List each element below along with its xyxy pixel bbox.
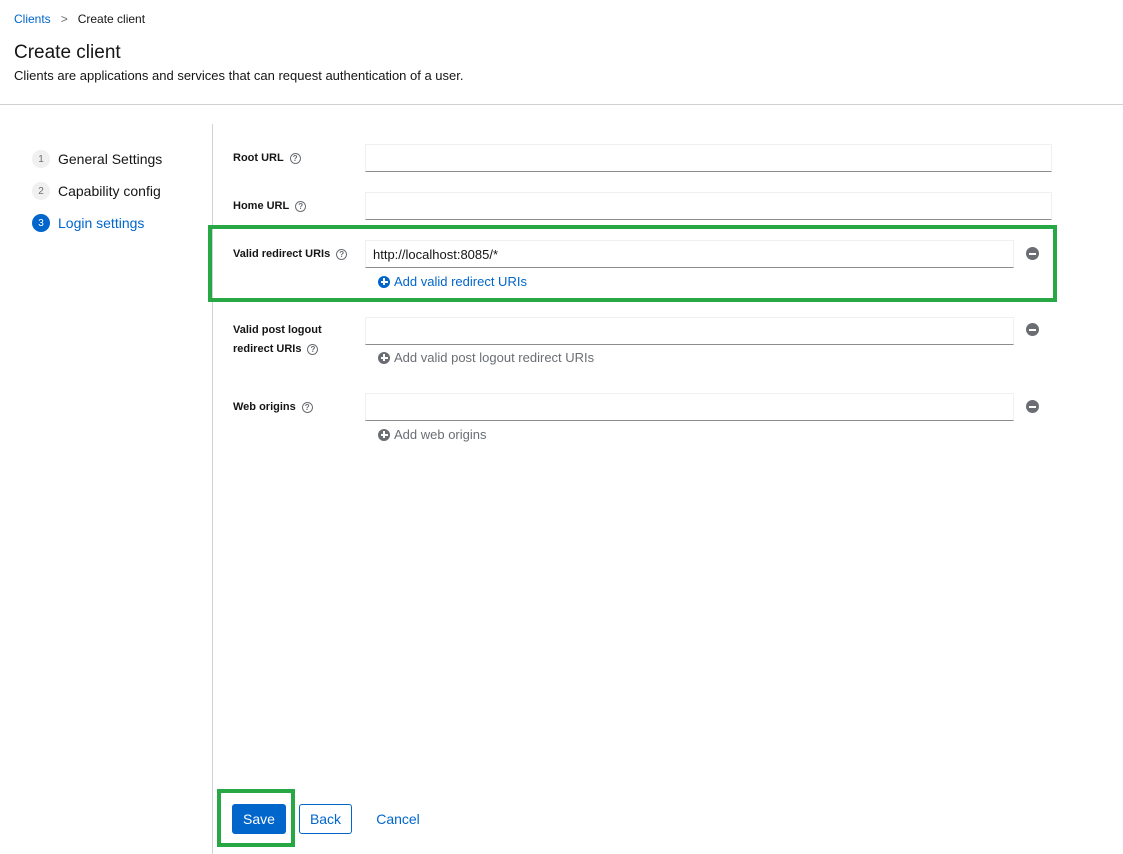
step-label: General Settings [58,151,163,167]
add-web-origins-link[interactable]: Add web origins [378,427,487,442]
help-icon[interactable]: ? [307,343,319,355]
root-url-input[interactable] [365,144,1052,172]
valid-redirect-uri-input[interactable] [365,240,1014,268]
remove-web-origin-icon[interactable] [1026,400,1039,413]
save-button[interactable]: Save [232,804,286,834]
breadcrumb-current: Create client [77,12,146,26]
help-icon[interactable]: ? [336,248,348,260]
plus-circle-icon [378,428,390,441]
plus-circle-icon [378,275,390,288]
remove-post-logout-uri-icon[interactable] [1026,323,1039,336]
valid-post-logout-label: Valid post logout redirect URIs? [233,321,322,359]
step-label: Capability config [58,183,161,199]
step-number: 1 [32,150,50,168]
home-url-label-text: Home URL [233,200,290,212]
page-title: Create client [14,42,121,63]
valid-post-logout-label-line1: Valid post logout [233,324,322,336]
wizard-step-general-settings[interactable]: 1 General Settings [32,143,162,175]
add-valid-post-logout-redirect-uris-link[interactable]: Add valid post logout redirect URIs [378,350,594,365]
step-number: 3 [32,214,50,232]
back-button[interactable]: Back [299,804,352,834]
vertical-divider [212,124,213,854]
add-valid-redirect-uris-text: Add valid redirect URIs [394,274,527,289]
home-url-input[interactable] [365,192,1052,220]
root-url-label: Root URL? [233,148,301,168]
add-valid-redirect-uris-link[interactable]: Add valid redirect URIs [378,274,527,289]
page-description: Clients are applications and services th… [14,68,464,83]
add-web-origins-text: Add web origins [394,427,487,442]
root-url-label-text: Root URL [233,152,284,164]
breadcrumb-clients-link[interactable]: Clients [14,12,51,26]
web-origins-label-text: Web origins [233,401,296,413]
plus-circle-icon [378,351,390,364]
wizard-step-login-settings[interactable]: 3 Login settings [32,207,162,239]
add-valid-post-logout-text: Add valid post logout redirect URIs [394,350,595,365]
valid-post-logout-label-line2: redirect URIs [233,343,302,355]
remove-redirect-uri-icon[interactable] [1026,247,1039,260]
help-icon[interactable]: ? [289,152,301,164]
web-origins-input[interactable] [365,393,1014,421]
valid-post-logout-redirect-uri-input[interactable] [365,317,1014,345]
valid-redirect-uris-label: Valid redirect URIs? [233,244,348,264]
wizard-step-capability-config[interactable]: 2 Capability config [32,175,162,207]
wizard-nav: 1 General Settings 2 Capability config 3… [32,143,162,239]
header-divider [0,104,1123,105]
valid-redirect-uris-label-text: Valid redirect URIs [233,248,331,260]
breadcrumb: Clients > Create client [14,12,145,26]
step-label: Login settings [58,215,145,231]
cancel-button[interactable]: Cancel [370,804,426,834]
help-icon[interactable]: ? [301,401,313,413]
step-number: 2 [32,182,50,200]
help-icon[interactable]: ? [295,200,307,212]
web-origins-label: Web origins? [233,397,313,417]
chevron-right-icon: > [60,12,68,26]
home-url-label: Home URL? [233,196,307,216]
